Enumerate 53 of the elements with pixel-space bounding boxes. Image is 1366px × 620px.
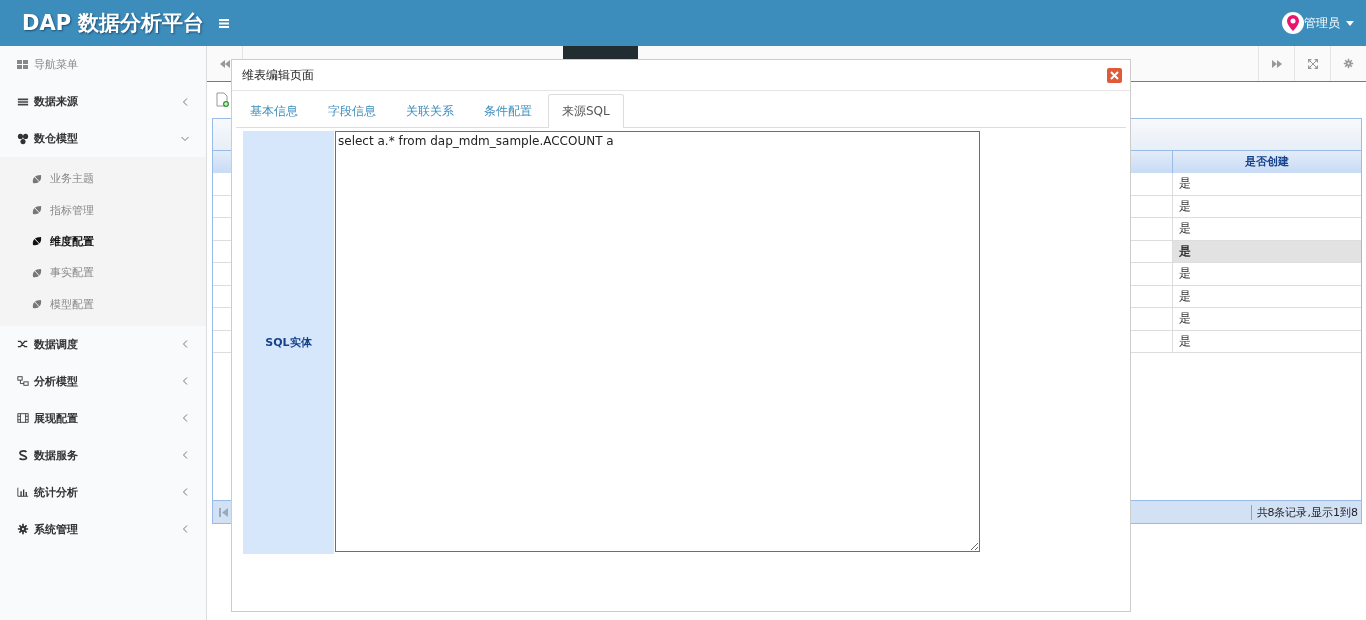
nav-item[interactable]: 统计分析 [0,473,206,511]
double-left-arrow-icon [219,59,230,68]
table-cell[interactable]: 是 [1173,173,1361,195]
nav-item[interactable]: 数据调度 [0,325,206,363]
nav-title: 导航菜单 [34,57,78,72]
sql-field[interactable]: select a.* from dap_mdm_sample.ACCOUNT a [335,131,980,552]
table-cell[interactable]: 是 [1173,308,1361,330]
fullscreen-icon [1307,58,1318,69]
table-cell[interactable]: 是 [1173,240,1361,262]
field-label: SQL实体 [243,131,334,554]
settings-icon [17,523,29,536]
tab[interactable]: 关联关系 [392,94,468,127]
close-icon[interactable] [1107,67,1122,83]
caret-icon [1346,20,1354,26]
app-logo: DAP 数据分析平台 [21,10,206,37]
nav-item[interactable]: 数仓模型 [0,120,206,157]
table-cell[interactable]: 是 [1173,263,1361,285]
table-cell[interactable]: 是 [1173,218,1361,240]
nav-item[interactable]: 系统管理 [0,510,206,548]
table-cell[interactable]: 是 [1173,285,1361,307]
nav-subitem[interactable]: 维度配置 [0,225,206,258]
user-menu[interactable]: 管理员 [1304,14,1354,32]
leaf-icon [32,236,42,247]
double-right-arrow-icon [1271,59,1282,68]
add-file-icon[interactable] [216,92,230,108]
tab[interactable]: 来源SQL [548,94,624,128]
column-header[interactable]: 是否创建 [1173,151,1361,173]
avatar-icon [1282,12,1304,34]
tab[interactable]: 条件配置 [470,94,546,127]
dialog-title: 维表编辑页面 [242,66,315,84]
leaf-icon [32,299,42,310]
tab[interactable]: 字段信息 [314,94,390,127]
settings-icon [1343,58,1354,69]
s-letter-icon [17,449,29,462]
table-cell[interactable]: 是 [1173,195,1361,217]
film-icon [17,412,29,425]
leaf-icon [32,267,42,278]
first-page-icon[interactable] [219,507,228,517]
nav-item[interactable]: 展现配置 [0,399,206,437]
cubes-icon [17,132,29,145]
tab[interactable]: 基本信息 [236,94,312,127]
table-cell[interactable]: 是 [1173,330,1361,352]
bar-chart-icon [17,486,29,499]
grid-icon [17,60,28,69]
menu-icon[interactable] [219,18,229,28]
nav-item[interactable]: 数据服务 [0,436,206,474]
nav-item[interactable]: 分析模型 [0,362,206,400]
pager-summary: 共8条记录,显示1到8 [1250,504,1361,520]
leaf-icon [32,173,42,184]
diagram-icon [17,375,29,388]
nav-item[interactable]: 数据来源 [0,83,206,120]
nav-subitem[interactable]: 指标管理 [0,194,206,226]
leaf-icon [32,205,42,216]
